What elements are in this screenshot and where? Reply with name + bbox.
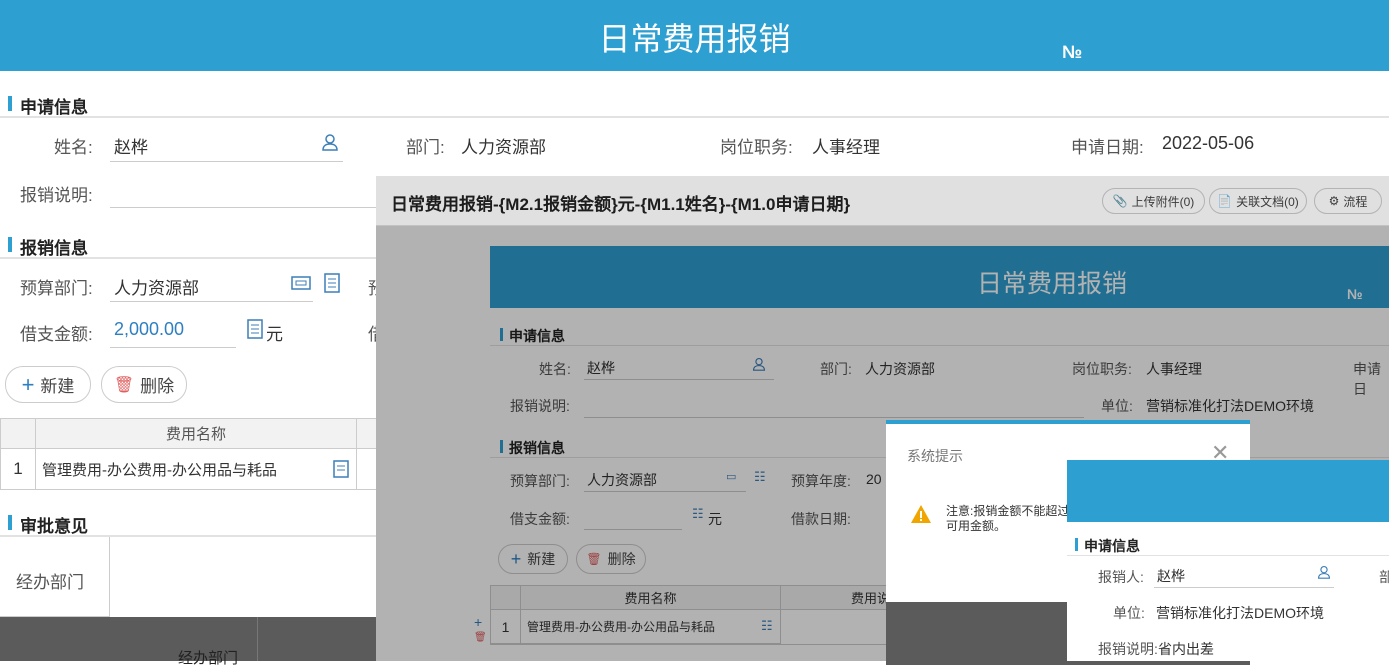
delete-button-label: 删除 — [140, 377, 175, 396]
win3-apply-title: 申请信息 — [1075, 536, 1140, 556]
section-reimb-title: 报销信息 — [8, 234, 88, 259]
expense-name: 管理费用-办公费用-办公用品与耗品 — [42, 461, 277, 479]
win3-person-label: 报销人: — [1098, 569, 1144, 585]
modal-backdrop: 经办部门 — [0, 617, 376, 667]
win3-unit-value: 营销标准化打法DEMO环境 — [1156, 605, 1324, 621]
header-dim — [376, 176, 1389, 226]
win3-person-field[interactable]: 赵桦 — [1154, 562, 1334, 588]
reimb-window: 申请信息 报销人: 赵桦 部 单位: 营销标准化打法DEMO环境 报销说明: 省… — [1067, 460, 1389, 661]
win3-partial-label: 部 — [1379, 569, 1389, 585]
plus-icon: + — [21, 371, 35, 397]
number-label: № — [1062, 42, 1083, 62]
win3-desc-label: 报销说明: — [1098, 641, 1158, 657]
calculator-icon[interactable] — [246, 318, 264, 340]
borrow-label: 借支金额: — [20, 325, 93, 344]
warning-icon — [910, 504, 932, 524]
document-icon[interactable] — [322, 272, 342, 294]
post-value: 人事经理 — [812, 138, 880, 157]
date-label: 申请日期: — [1071, 138, 1144, 157]
dept-label: 部门: — [406, 138, 445, 157]
desc-field[interactable] — [110, 176, 376, 208]
name-label: 姓名: — [54, 138, 93, 157]
header-bar: 日常费用报销 № — [0, 0, 1389, 71]
borrow-amount-value: 2,000.00 — [114, 319, 185, 339]
table-row[interactable]: 管理费用-办公费用-办公用品与耗品 — [36, 449, 357, 490]
post-label: 岗位职务: — [720, 138, 793, 157]
name-value: 赵桦 — [114, 138, 148, 157]
divider — [257, 617, 258, 661]
section-approve-title: 审批意见 — [8, 512, 88, 537]
budget-dept-label: 预算部门: — [20, 279, 93, 298]
desc-label: 报销说明: — [20, 186, 93, 205]
section-apply-title: 申请信息 — [8, 93, 88, 118]
new-button[interactable]: + 新建 — [5, 366, 91, 403]
win3-header-bar — [1067, 460, 1389, 522]
budget-dept-field[interactable]: 人力资源部 — [110, 268, 313, 302]
user-select-icon[interactable] — [1317, 565, 1331, 579]
col-next — [357, 419, 377, 449]
divider — [0, 257, 376, 259]
approve-dept-label: 经办部门 — [16, 573, 84, 592]
dialog-title: 系统提示 — [907, 448, 963, 464]
dept-value: 人力资源部 — [461, 138, 546, 157]
delete-button[interactable]: 🗑 删除 — [101, 366, 187, 403]
win3-person-value: 赵桦 — [1157, 568, 1185, 584]
table-corner — [1, 419, 36, 449]
borrow-amount-field[interactable]: 2,000.00 — [110, 314, 236, 348]
budget-dept-value: 人力资源部 — [114, 279, 199, 298]
date-value: 2022-05-06 — [1162, 133, 1255, 153]
expense-table: 费用名称 1 管理费用-办公费用-办公用品与耗品 — [0, 418, 377, 490]
name-field[interactable]: 赵桦 — [110, 128, 343, 162]
col-expense-name: 费用名称 — [36, 419, 357, 449]
select-icon[interactable] — [332, 459, 350, 479]
page-title: 日常费用报销 — [598, 21, 791, 57]
win3-unit-label: 单位: — [1113, 605, 1145, 621]
dark-dept-label: 经办部门 — [178, 650, 239, 667]
divider — [1067, 555, 1389, 556]
new-button-label: 新建 — [40, 377, 75, 396]
user-select-icon[interactable] — [320, 132, 340, 152]
row-index: 1 — [1, 449, 36, 490]
dept-tree-icon[interactable] — [290, 273, 312, 293]
unit-yuan: 元 — [266, 325, 283, 344]
trash-icon: 🗑 — [113, 376, 135, 394]
win3-desc-value: 省内出差 — [1158, 641, 1214, 657]
divider — [0, 116, 1389, 118]
approve-dept-cell: 经办部门 — [0, 537, 110, 617]
